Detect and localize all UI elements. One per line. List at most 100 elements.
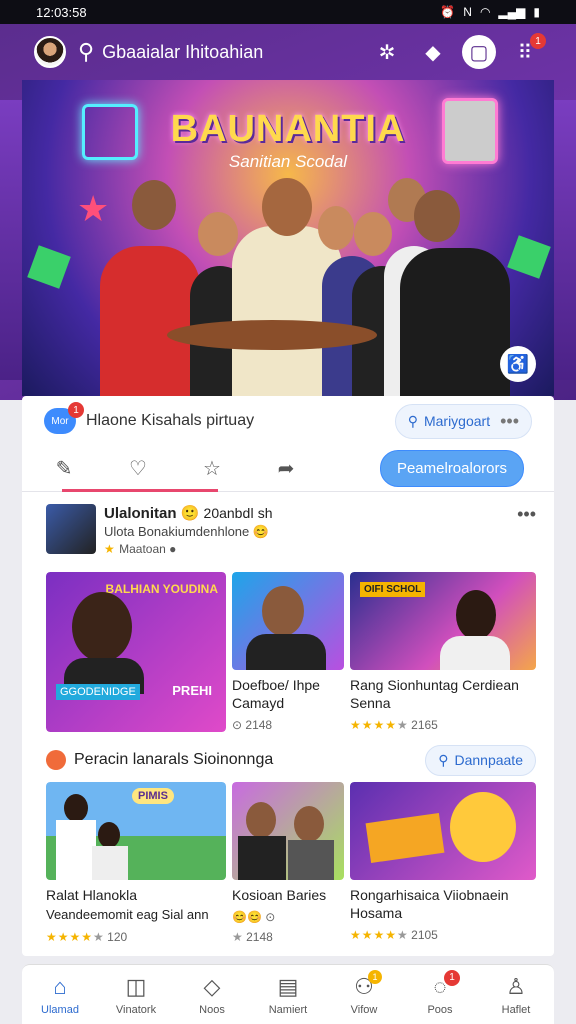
post-name: Ulalonitan 🙂 20anbdǀ sh <box>104 505 273 522</box>
tile-title: Kosioan Baries <box>232 887 327 903</box>
nav-label: Haflet <box>501 1003 531 1016</box>
story-title: Hlaone Kisahals pirtuay <box>86 412 255 429</box>
nav-item-people[interactable]: ⚇ 1 Vifow <box>334 969 394 1016</box>
star-empty: ★ <box>397 718 408 732</box>
tile-card[interactable]: Doefboe/ Ihpe Camayd ⊙ 2148 <box>232 572 344 732</box>
nfc-icon: N <box>463 5 472 19</box>
avatar[interactable] <box>34 36 66 68</box>
primary-action-button[interactable]: Peamelroalorors <box>379 450 524 487</box>
post-meta: ★ Maatoan ● <box>104 542 177 556</box>
nav-item-document[interactable]: ▤ Namiert <box>258 974 318 1016</box>
nav-item-globe[interactable]: ◇ Noos <box>182 974 242 1016</box>
person-figure <box>400 248 510 396</box>
tile-card[interactable]: BALHIAN YOUDINA GGODENIDGE PREHI <box>46 572 226 732</box>
person-head <box>64 794 88 822</box>
chat-icon[interactable]: Mor 1 <box>44 402 84 434</box>
bottom-navigation: ⌂ Ulamad ◫ Vinatork ◇ Noos ▤ Namiert ⚇ 1… <box>22 964 554 1024</box>
post-info: Ulalonitan 🙂 20anbdǀ sh Ulota Bonakiumde… <box>104 504 509 560</box>
tile-image: OIFI SCHOL <box>350 572 536 670</box>
document-icon: ▤ <box>277 973 299 999</box>
chat-badge: 1 <box>68 402 84 418</box>
camera-button[interactable]: ▢ <box>462 35 496 69</box>
person-head <box>294 806 324 842</box>
person-head <box>132 180 176 230</box>
tile-card[interactable]: Kosioan Baries 😊😊 ⊙ ★ 2148 <box>232 782 344 944</box>
rating-count: 2148 <box>246 930 273 944</box>
grid-menu-icon[interactable]: ⠿ 1 <box>508 33 546 69</box>
tile-card[interactable]: OIFI SCHOL Rang Sionhuntag Cerdiean Senn… <box>350 572 536 732</box>
post-subtitle-text: Ulota Bonakiumdenhlone <box>104 524 250 539</box>
nav-item-camera[interactable]: ◫ Vinatork <box>106 974 166 1016</box>
person-figure <box>72 592 132 662</box>
star-decoration: ★ <box>77 188 110 229</box>
post-subtitle: Ulota Bonakiumdenhlone 😊 <box>104 524 270 539</box>
section-header: Peracin lanarals Sioinonnga ⚲ Dannpaate <box>46 744 536 776</box>
person-head <box>354 212 392 256</box>
nav-item-home[interactable]: ⌂ Ulamad <box>30 974 90 1016</box>
tile-image: BALHIAN YOUDINA GGODENIDGE PREHI <box>46 572 226 732</box>
tile-row: BALHIAN YOUDINA GGODENIDGE PREHI Doefboe… <box>46 572 536 732</box>
tile-banner: BALHIAN YOUDINA <box>105 582 218 596</box>
tag-icon[interactable]: ◆ <box>416 35 450 69</box>
tile-image <box>232 782 344 880</box>
signal-icon: ▂▄▆ <box>498 5 526 19</box>
person-head <box>198 212 238 256</box>
person-body <box>238 836 286 880</box>
star-icon[interactable]: ☆ <box>200 456 224 481</box>
rating-count: 2165 <box>411 718 438 732</box>
story-search-label: Mariygoart <box>423 413 491 429</box>
story-search-button[interactable]: ⚲ Mariygoart ••• <box>394 403 532 439</box>
share-icon[interactable]: ➦ <box>274 456 298 481</box>
heart-icon[interactable]: ♡ <box>126 456 150 481</box>
post-author: Ulalonitan <box>104 505 177 522</box>
game-board <box>365 813 445 863</box>
table <box>167 320 377 350</box>
more-icon[interactable]: ••• <box>500 411 519 432</box>
profile-icon: ♙ <box>506 973 526 999</box>
camera-icon: ◫ <box>125 973 147 999</box>
nav-item-chat[interactable]: ◌ 1 Poos <box>410 969 470 1016</box>
tile-image: PIMIS <box>46 782 226 880</box>
section-search-button[interactable]: ⚲ Dannpaate <box>425 744 536 776</box>
rating-count: 2105 <box>411 928 438 942</box>
nav-label: Namiert <box>268 1003 308 1016</box>
hero-title: BAUNANTIA <box>170 108 406 150</box>
status-icons: ⏰ N ◠ ▂▄▆ ▮ <box>440 5 540 19</box>
accessibility-button[interactable]: ♿ <box>500 346 536 382</box>
nav-label: Vifow <box>350 1003 378 1016</box>
section-title: Peracin lanarals Sioinonnga <box>74 751 274 768</box>
story-row: Mor 1 Hlaone Kisahals pirtuay ⚲ Mariygoa… <box>22 396 554 446</box>
search-icon: ⚲ <box>438 751 449 768</box>
person-head <box>456 590 496 640</box>
nav-label: Vinatork <box>115 1003 157 1016</box>
tile-title: Ralat Hlanokla <box>46 887 138 903</box>
search-text: Gbaaialar Ihitoahian <box>102 41 264 62</box>
tile-rating: ★★★★★ 2165 <box>350 718 536 732</box>
top-bar: ⚲ Gbaaialar Ihitoahian ✲ ◆ ▢ ⠿ 1 <box>22 24 554 80</box>
tile-badge: PREHI <box>172 683 212 698</box>
game-logo: GGODENIDGE <box>56 684 140 700</box>
more-icon[interactable]: ••• <box>517 504 536 560</box>
hero-subtitle: Sanitian Scodal <box>228 152 348 171</box>
mascot <box>450 792 516 862</box>
tile-card[interactable]: PIMIS Ralat Hlanokla Veandeemomit eag Si… <box>46 782 226 944</box>
post-thumbnail[interactable] <box>46 504 96 554</box>
sparkle-icon[interactable]: ✲ <box>370 35 404 69</box>
star-rating: ★★★★ <box>350 718 398 732</box>
search-icon: ⚲ <box>407 412 418 429</box>
star-empty: ★ <box>397 928 408 942</box>
wifi-icon: ◠ <box>479 5 491 19</box>
star-empty: ★ <box>232 930 243 944</box>
star-icon: ★ <box>104 542 116 556</box>
cube-decoration-right <box>507 235 551 279</box>
edit-icon[interactable]: ✎ <box>52 456 76 481</box>
tile-card[interactable]: Rongarhisaica Viiobnaein Hosama ★★★★★ 21… <box>350 782 536 944</box>
search-bar[interactable]: ⚲ Gbaaialar Ihitoahian <box>78 39 358 65</box>
person-body <box>56 820 96 880</box>
search-icon: ⚲ <box>78 39 95 64</box>
alarm-icon: ⏰ <box>440 5 456 19</box>
person-body <box>92 846 128 880</box>
nav-item-profile[interactable]: ♙ Haflet <box>486 974 546 1016</box>
hero-banner[interactable]: ★ BAUNANTIA Sanitian Scodal ♿ <box>22 80 554 396</box>
person-head <box>414 190 460 242</box>
